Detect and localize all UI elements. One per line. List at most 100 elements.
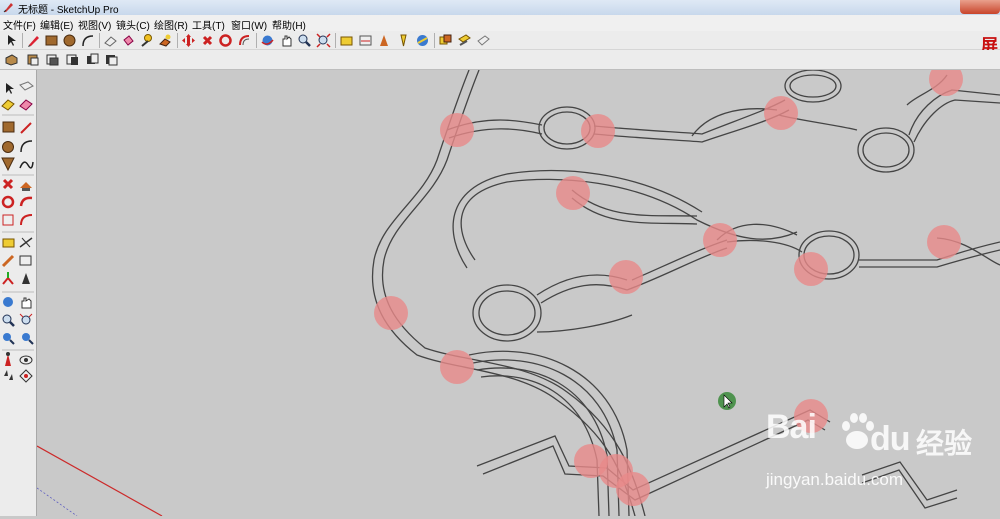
scale-icon[interactable]: [2, 214, 14, 226]
3d-text-icon[interactable]: [22, 273, 30, 284]
toolbar-separator: [434, 33, 435, 48]
move-icon[interactable]: [181, 33, 196, 48]
line-icon[interactable]: [20, 122, 32, 134]
toolbar-separator: [99, 33, 100, 48]
eraser-icon[interactable]: [103, 33, 118, 48]
back-view-icon[interactable]: [85, 52, 100, 67]
marker: [374, 296, 408, 330]
section-plane-icon[interactable]: [457, 33, 472, 48]
offset-icon[interactable]: [20, 214, 33, 226]
freehand-icon[interactable]: [19, 161, 34, 169]
circle-icon[interactable]: [62, 33, 77, 48]
make-component-icon[interactable]: [19, 81, 34, 91]
rectangle-icon[interactable]: [2, 121, 15, 133]
watermark-brand: Bai: [766, 408, 817, 446]
polygon-icon[interactable]: [1, 157, 15, 172]
move-icon[interactable]: [2, 178, 14, 190]
toolbar-separator: [177, 33, 178, 48]
text-icon[interactable]: [19, 255, 32, 266]
select-icon[interactable]: [4, 33, 19, 48]
marker: [764, 96, 798, 130]
front-view-icon[interactable]: [45, 52, 60, 67]
marker: [581, 114, 615, 148]
zoom-extents-icon[interactable]: [22, 333, 34, 345]
marker: [616, 472, 650, 506]
pan-icon[interactable]: [21, 297, 32, 309]
menu-help[interactable]: 帮助(H): [272, 17, 306, 32]
marker: [440, 350, 474, 384]
iso-view-icon[interactable]: [4, 52, 19, 67]
eraser-icon[interactable]: [19, 99, 33, 111]
marker: [440, 113, 474, 147]
look-around-icon[interactable]: [19, 355, 33, 365]
menu-window[interactable]: 窗口(W): [231, 17, 267, 32]
paint-bucket-icon[interactable]: [121, 33, 136, 48]
previous-view-icon[interactable]: [3, 333, 15, 345]
watermark-url: jingyan.baidu.com: [766, 470, 904, 489]
red-axis-line: [37, 445, 163, 516]
section-display-icon[interactable]: [476, 33, 491, 48]
window-title: 无标题 - SketchUp Pro: [18, 5, 119, 16]
menu-tools[interactable]: 工具(T): [192, 17, 225, 32]
watermark-jingyan: 经验: [916, 428, 973, 459]
zoom-icon[interactable]: [297, 33, 312, 48]
dimension-icon[interactable]: [19, 237, 33, 248]
position-camera-icon[interactable]: [5, 352, 11, 366]
arc-icon[interactable]: [80, 33, 95, 48]
top-view-icon[interactable]: [25, 52, 40, 67]
marker: [556, 176, 590, 210]
toolbar-separator: [335, 33, 336, 48]
menu-draw[interactable]: 绘图(R): [154, 17, 188, 32]
sketchup-app-icon: [3, 3, 13, 13]
circle-icon[interactable]: [2, 141, 14, 153]
3d-text-icon[interactable]: [438, 33, 453, 48]
marker: [929, 70, 963, 96]
paint-bucket-icon[interactable]: [1, 99, 15, 111]
title-bar: 无标题 - SketchUp Pro: [0, 0, 1000, 16]
watermark-brand-suffix: du: [870, 420, 911, 458]
pan-icon[interactable]: [279, 33, 294, 48]
rotate-icon[interactable]: [200, 33, 215, 48]
offset-icon[interactable]: [237, 33, 252, 48]
menu-edit[interactable]: 编辑(E): [40, 17, 73, 32]
tape-measure-icon[interactable]: [2, 238, 15, 248]
menu-file[interactable]: 文件(F): [3, 17, 36, 32]
marker: [703, 223, 737, 257]
menu-bar: 文件(F) 编辑(E) 视图(V) 镜头(C) 绘图(R) 工具(T) 窗口(W…: [0, 15, 1000, 32]
select-icon[interactable]: [6, 83, 14, 94]
views-toolbar: [0, 50, 1000, 70]
axes-icon[interactable]: [415, 33, 430, 48]
axes-icon[interactable]: [2, 272, 14, 285]
protractor-icon[interactable]: [377, 33, 392, 48]
zoom-icon[interactable]: [2, 314, 15, 327]
right-view-icon[interactable]: [65, 52, 80, 67]
marker: [927, 225, 961, 259]
zoom-window-icon[interactable]: [19, 313, 33, 325]
push-pull-icon[interactable]: [140, 33, 155, 48]
orbit-icon[interactable]: [3, 297, 13, 307]
section-plane-icon[interactable]: [19, 369, 33, 383]
text-icon[interactable]: [396, 33, 411, 48]
pencil-icon[interactable]: [26, 33, 41, 48]
walk-icon[interactable]: [4, 370, 13, 380]
close-window-button[interactable]: [960, 0, 1000, 14]
zoom-extents-icon[interactable]: [316, 33, 331, 48]
tape-measure-icon[interactable]: [339, 33, 354, 48]
toolbar-separator: [256, 33, 257, 48]
marker: [794, 252, 828, 286]
arc-icon[interactable]: [20, 140, 33, 153]
rotate-icon[interactable]: [1, 195, 15, 209]
marker: [609, 260, 643, 294]
menu-camera[interactable]: 镜头(C): [116, 17, 150, 32]
rectangle-icon[interactable]: [44, 33, 59, 48]
left-toolbar-icons: [1, 81, 34, 383]
scale-icon[interactable]: [218, 33, 233, 48]
dimension-icon[interactable]: [358, 33, 373, 48]
push-pull-icon[interactable]: [20, 182, 32, 191]
follow-me-icon[interactable]: [158, 33, 173, 48]
follow-me-icon[interactable]: [19, 196, 33, 207]
orbit-icon[interactable]: [260, 33, 275, 48]
protractor-icon[interactable]: [1, 254, 15, 268]
left-view-icon[interactable]: [104, 52, 119, 67]
menu-view[interactable]: 视图(V): [78, 17, 111, 32]
